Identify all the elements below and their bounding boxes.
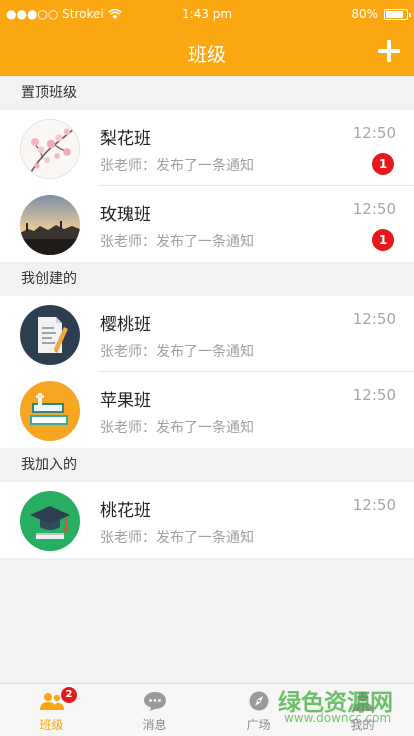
battery-percent: 80% bbox=[351, 7, 378, 21]
message-time: 12:50 bbox=[352, 124, 396, 142]
pear-blossom-avatar bbox=[20, 119, 80, 179]
unread-badge: 1 bbox=[372, 229, 394, 251]
message-time: 12:50 bbox=[352, 496, 396, 514]
tab-label: 消息 bbox=[142, 718, 167, 732]
unread-badge: 1 bbox=[372, 153, 394, 175]
notebook-avatar bbox=[20, 305, 80, 365]
class-row-pingguo[interactable]: 苹果班 张老师：发布了一条通知 12:50 bbox=[0, 372, 414, 448]
section-header-created: 我创建的 bbox=[21, 271, 77, 287]
status-bar: ●●●○○ Strokei 1:43 pm 80% bbox=[0, 0, 414, 28]
last-message: 张老师：发布了一条通知 bbox=[100, 234, 254, 250]
class-name: 梨花班 bbox=[100, 129, 151, 149]
last-message: 张老师：发布了一条通知 bbox=[100, 420, 254, 436]
landscape-avatar bbox=[20, 195, 80, 255]
section-header-pinned: 置顶班级 bbox=[21, 85, 77, 101]
watermark-url: www.downcc.com bbox=[284, 711, 392, 725]
last-message: 张老师：发布了一条通知 bbox=[100, 158, 254, 174]
tab-class[interactable]: 2 班级 bbox=[0, 684, 103, 736]
books-avatar bbox=[20, 381, 80, 441]
class-row-meigui[interactable]: 玫瑰班 张老师：发布了一条通知 12:50 1 bbox=[0, 186, 414, 262]
class-name: 玫瑰班 bbox=[100, 205, 151, 225]
compass-icon bbox=[249, 691, 269, 711]
top-bar: ●●●○○ Strokei 1:43 pm 80% 班级 bbox=[0, 0, 414, 76]
last-message: 张老师：发布了一条通知 bbox=[100, 344, 254, 360]
tab-messages[interactable]: 消息 bbox=[103, 684, 206, 736]
battery-info: 80% bbox=[351, 7, 411, 21]
class-name: 樱桃班 bbox=[100, 315, 151, 335]
add-class-button[interactable] bbox=[376, 38, 402, 64]
tab-badge: 2 bbox=[61, 687, 77, 703]
message-time: 12:50 bbox=[352, 310, 396, 328]
section-header-joined: 我加入的 bbox=[21, 457, 77, 473]
chat-bubble-icon bbox=[144, 692, 166, 711]
page-title: 班级 bbox=[187, 44, 226, 66]
class-name: 桃花班 bbox=[100, 501, 151, 521]
class-row-yingtao[interactable]: 樱桃班 张老师：发布了一条通知 12:50 bbox=[0, 296, 414, 372]
tab-label: 班级 bbox=[39, 718, 64, 732]
class-name: 苹果班 bbox=[100, 391, 151, 411]
class-row-taohua[interactable]: 桃花班 张老师：发布了一条通知 12:50 bbox=[0, 482, 414, 558]
message-time: 12:50 bbox=[352, 200, 396, 218]
battery-icon bbox=[384, 8, 411, 20]
last-message: 张老师：发布了一条通知 bbox=[100, 530, 254, 546]
class-row-lihua[interactable]: 梨花班 张老师：发布了一条通知 12:50 1 bbox=[0, 110, 414, 186]
message-time: 12:50 bbox=[352, 386, 396, 404]
graduation-cap-avatar bbox=[20, 491, 80, 551]
